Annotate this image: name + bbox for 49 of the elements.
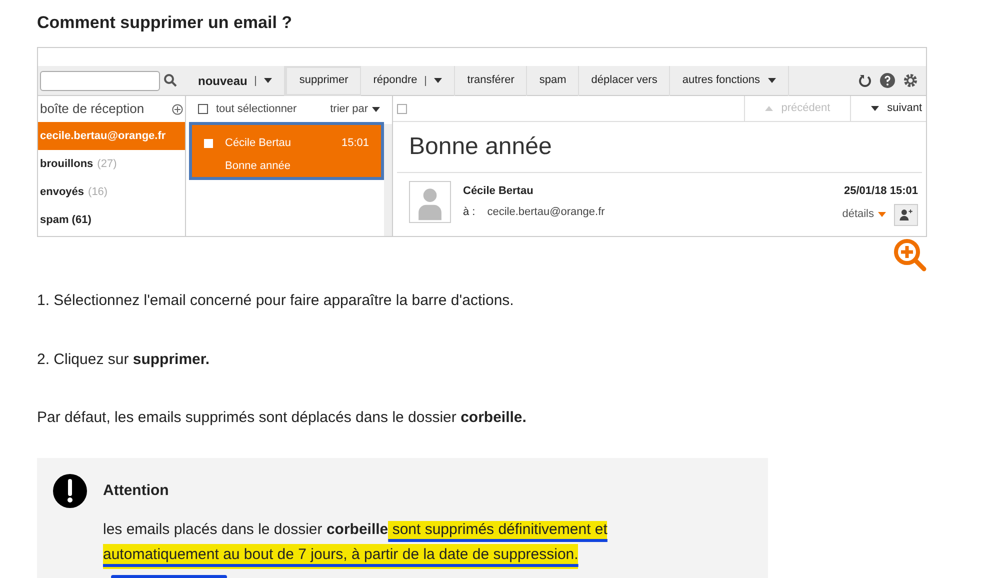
message-subject: Bonne année xyxy=(225,158,292,174)
search-field[interactable] xyxy=(40,70,160,90)
refresh-icon[interactable] xyxy=(858,74,872,88)
next-button[interactable]: suivant xyxy=(850,96,926,121)
instruction-text: 2. Cliquez sur supprimer. xyxy=(37,350,211,370)
scrollbar[interactable] xyxy=(384,124,392,236)
folder-item[interactable]: brouillons (27) xyxy=(38,150,185,178)
email-subject: Bonne année xyxy=(408,132,553,162)
toolbar-button[interactable]: répondre xyxy=(361,66,456,96)
select-all-label: tout sélectionner xyxy=(216,102,297,117)
checkbox[interactable] xyxy=(204,138,213,148)
exclamation-icon xyxy=(53,474,87,508)
help-icon[interactable] xyxy=(880,73,895,88)
caret-icon xyxy=(768,78,776,83)
toolbar-button[interactable]: autres fonctions xyxy=(670,66,789,96)
sort-button[interactable]: trier par xyxy=(330,100,380,118)
toolbar-button[interactable]: déplacer vers xyxy=(579,66,670,96)
add-folder-icon[interactable] xyxy=(172,104,183,114)
instruction-text: Par défaut, les emails supprimés sont déplacés dans le dossier corbeille. xyxy=(37,408,526,428)
caret-icon xyxy=(264,78,272,83)
caret-icon xyxy=(434,78,442,83)
message-time: 15:01 xyxy=(341,136,369,151)
toolbar-button[interactable]: transférer xyxy=(455,66,528,96)
checkbox[interactable] xyxy=(198,104,208,114)
avatar-icon xyxy=(409,181,451,223)
instruction-text: 1. Sélectionnez l'email concerné pour faire apparaître la barre d'actions. xyxy=(37,291,515,311)
search-icon[interactable] xyxy=(164,74,177,87)
settings-icon[interactable] xyxy=(903,73,918,88)
folder-item[interactable]: envoyés (16) xyxy=(38,178,185,206)
add-contact-icon[interactable] xyxy=(894,204,918,226)
sender-name: Cécile Bertau xyxy=(463,184,534,199)
warning-title: Attention xyxy=(103,481,170,501)
caret-icon xyxy=(878,212,886,217)
recipient-address: cecile.bertau@orange.fr xyxy=(487,204,605,220)
to-label: à : xyxy=(463,204,476,220)
email-date: 25/01/18 15:01 xyxy=(844,184,918,199)
zoom-in-icon[interactable] xyxy=(893,238,927,272)
caret-icon xyxy=(372,106,380,112)
folder-item[interactable]: spam (61) xyxy=(38,206,185,234)
highlighted-text: automatiquement au bout de 7 jours, à partir de la date de suppression. xyxy=(103,544,578,568)
details-button[interactable]: détails xyxy=(842,206,886,223)
section-heading: Comment supprimer un email ? xyxy=(37,12,292,34)
toolbar-button[interactable]: supprimer xyxy=(285,66,362,96)
caret-icon xyxy=(871,106,880,111)
message-sender: Cécile Bertau xyxy=(225,136,292,151)
up-caret-icon xyxy=(765,106,774,111)
folder-heading: boîte de réception xyxy=(40,100,144,118)
warning-text: les emails placés dans le dossier corbeille xyxy=(103,520,388,538)
toolbar-button[interactable]: spam xyxy=(527,66,580,96)
